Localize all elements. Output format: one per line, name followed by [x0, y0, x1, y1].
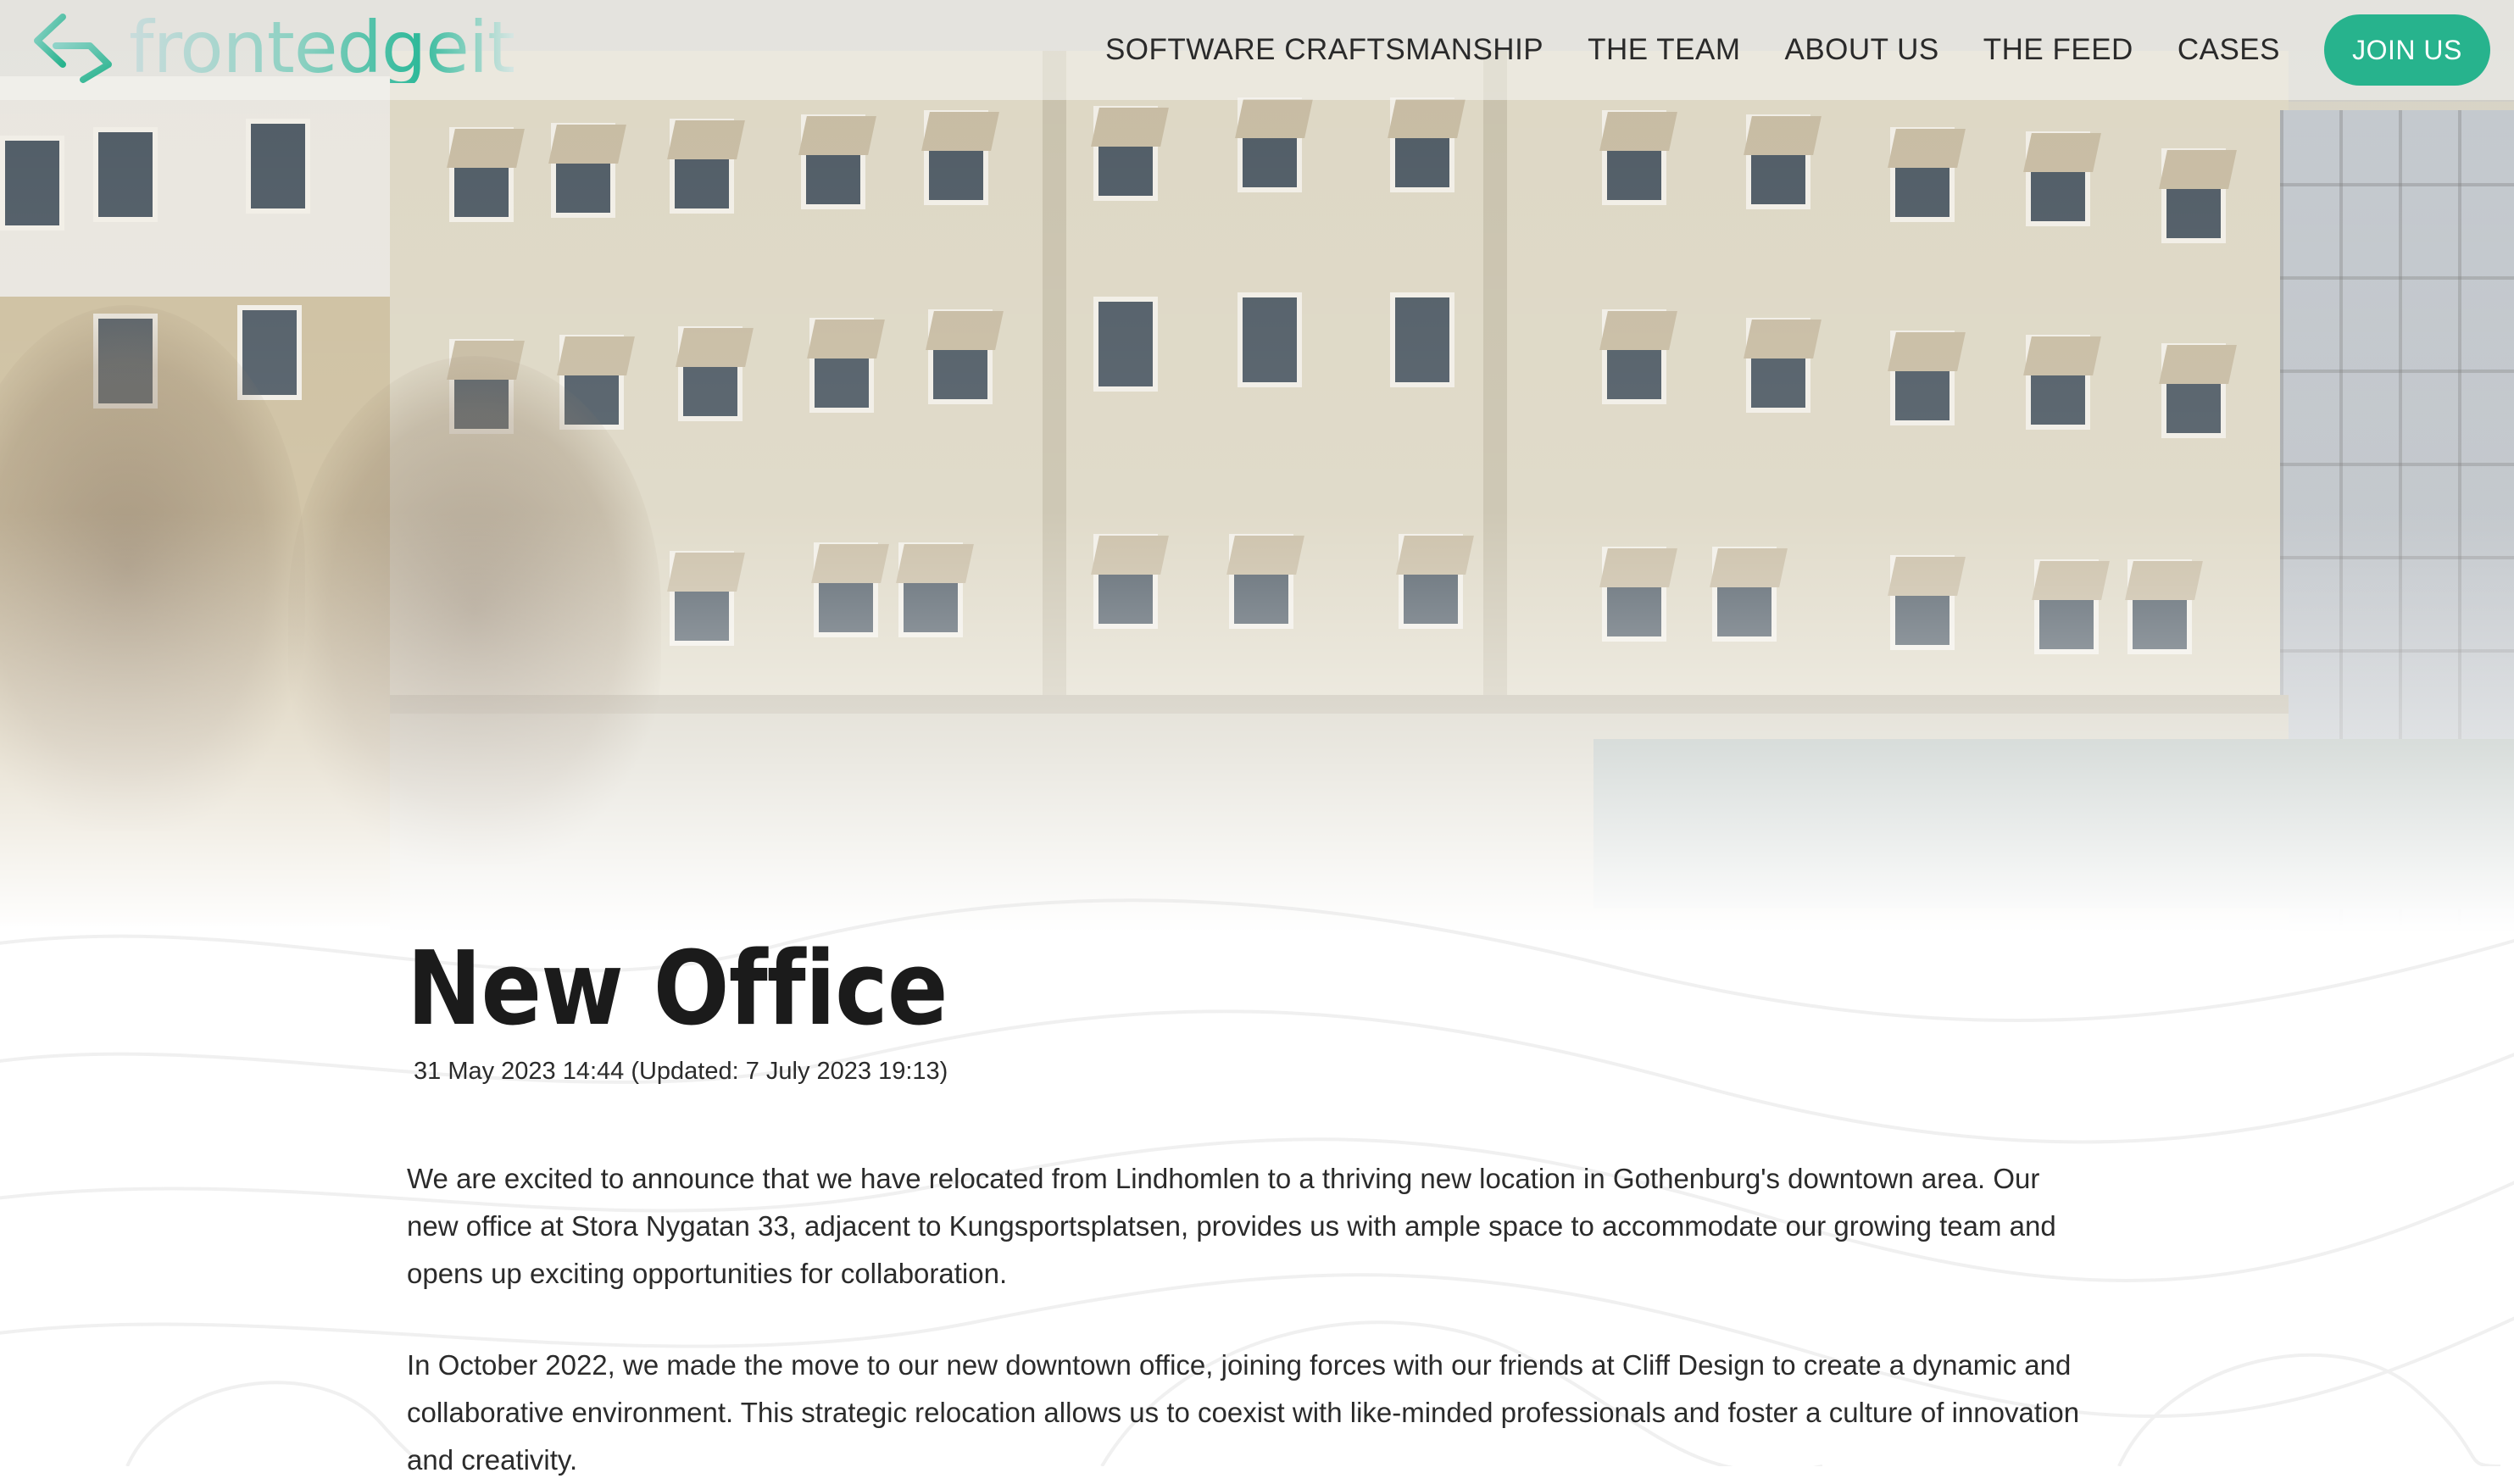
nav-about-us[interactable]: ABOUT US: [1784, 33, 1938, 67]
main-nav: SOFTWARE CRAFTSMANSHIP THE TEAM ABOUT US…: [1105, 14, 2490, 86]
published-date: 31 May 2023 14:44: [414, 1058, 625, 1085]
nav-the-feed[interactable]: THE FEED: [1983, 33, 2133, 67]
nav-cases[interactable]: CASES: [2178, 33, 2280, 67]
logo-wordmark: frontedgeit: [129, 6, 515, 89]
nav-software-craftsmanship[interactable]: SOFTWARE CRAFTSMANSHIP: [1105, 33, 1543, 67]
nav-the-team[interactable]: THE TEAM: [1588, 33, 1740, 67]
site-header: frontedgeit SOFTWARE CRAFTSMANSHIP THE T…: [0, 0, 2514, 100]
updated-date: (Updated: 7 July 2023 19:13): [631, 1058, 948, 1085]
article-meta: 31 May 2023 14:44 (Updated: 7 July 2023 1…: [414, 1058, 2102, 1086]
article-paragraph: In October 2022, we made the move to our…: [407, 1349, 2080, 1476]
chevron-bracket-logo-icon: [34, 14, 112, 83]
join-us-button[interactable]: JOIN US: [2324, 14, 2490, 86]
article: New Office 31 May 2023 14:44 (Updated: 7 …: [407, 927, 2102, 1484]
hero-image: [0, 0, 2514, 932]
site-logo[interactable]: frontedgeit: [31, 6, 515, 89]
page-title: New Office: [407, 931, 948, 1048]
hero-fade-overlay: [0, 0, 2514, 932]
article-paragraph: We are excited to announce that we have …: [407, 1163, 2056, 1289]
